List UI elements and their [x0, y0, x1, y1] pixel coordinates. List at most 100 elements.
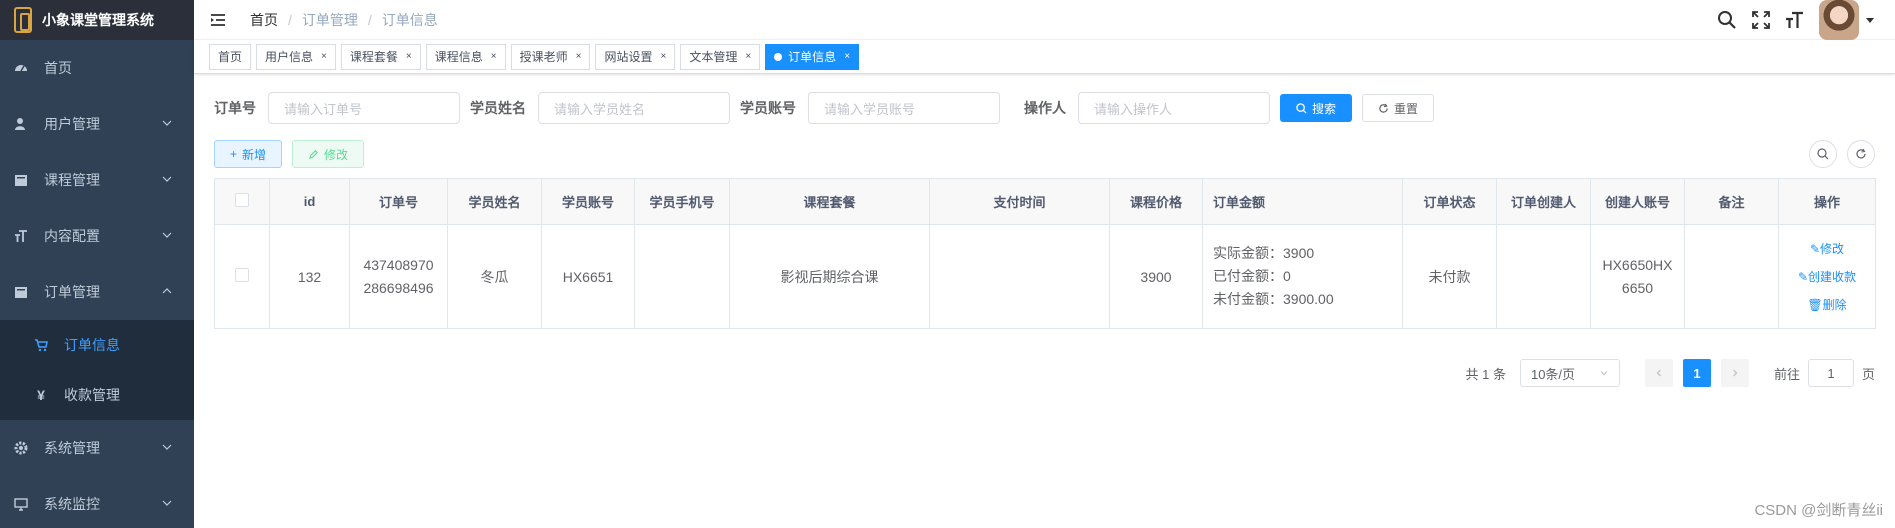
sidebar-item-home[interactable]: 首页	[0, 40, 194, 96]
logo-area[interactable]: 小象课堂管理系统	[0, 0, 194, 40]
student-account-label: 学员账号	[740, 100, 796, 116]
close-icon[interactable]: ×	[406, 45, 412, 69]
close-icon[interactable]: ×	[660, 45, 666, 69]
sidebar-item-label: 用户管理	[44, 116, 100, 132]
table-tools	[1799, 140, 1875, 168]
toggle-search-button[interactable]	[1809, 140, 1837, 168]
sidebar-item-user-management[interactable]: 用户管理	[0, 96, 194, 152]
tag-site-settings[interactable]: 网站设置 ×	[595, 43, 676, 70]
refresh-icon	[1856, 148, 1866, 159]
refresh-table-button[interactable]	[1847, 140, 1875, 168]
search-icon[interactable]	[1717, 10, 1737, 30]
goto-page-input[interactable]: 1	[1807, 359, 1854, 387]
select-all-cell	[214, 178, 270, 225]
active-dot-icon	[774, 52, 783, 61]
cell-creator	[1496, 224, 1591, 329]
page-size-value: 10条/页	[1530, 366, 1576, 382]
sidebar-item-order-management[interactable]: 订单管理	[0, 264, 194, 320]
row-edit-link[interactable]: ✎修改	[1779, 235, 1875, 263]
column-header: id	[269, 178, 350, 225]
font-size-icon[interactable]	[1785, 10, 1805, 30]
order-table: id 订单号 学员姓名 学员账号 学员手机号 课程套餐 支付时间 课程价格 订单…	[214, 178, 1876, 329]
column-header: 学员账号	[541, 178, 635, 225]
reset-button-label: 重置	[1394, 101, 1419, 116]
cell-status: 未付款	[1402, 224, 1497, 329]
chevron-right-icon	[1733, 369, 1738, 377]
search-icon	[1296, 102, 1307, 114]
hamburger-icon[interactable]	[210, 12, 226, 28]
cell-pay-time	[929, 224, 1110, 329]
sidebar-item-payment-management[interactable]: ¥ 收款管理	[0, 370, 194, 420]
tag-label: 课程套餐	[349, 49, 398, 64]
row-edit-label: 修改	[1820, 241, 1845, 256]
close-icon[interactable]: ×	[321, 45, 327, 69]
edit-icon: ✎	[1797, 269, 1809, 284]
tag-course-info[interactable]: 课程信息 ×	[425, 43, 506, 70]
edit-icon	[308, 149, 318, 159]
reset-button[interactable]: 重置	[1362, 94, 1435, 122]
tag-user-info[interactable]: 用户信息 ×	[256, 43, 336, 70]
close-icon[interactable]: ×	[576, 45, 582, 69]
sidebar-item-order-info[interactable]: 订单信息	[0, 320, 194, 370]
column-header: 课程套餐	[729, 178, 930, 225]
cell-actions: ✎修改 ✎创建收款 🗑删除	[1778, 224, 1876, 329]
plus-icon: +	[230, 147, 238, 161]
tag-text-management[interactable]: 文本管理 ×	[680, 43, 761, 70]
chevron-left-icon	[1656, 369, 1661, 377]
column-header: 订单金额	[1202, 178, 1403, 225]
right-menu	[1717, 0, 1895, 40]
search-icon	[1817, 148, 1829, 160]
chevron-up-icon	[162, 288, 172, 294]
gear-icon	[14, 441, 28, 455]
cell-order-amount: 实际金额：3900 已付金额：0 未付金额：3900.00	[1202, 224, 1403, 329]
chevron-down-icon	[162, 120, 172, 126]
tag-course-package[interactable]: 课程套餐 ×	[340, 43, 421, 70]
tag-label: 课程信息	[434, 49, 483, 64]
order-no-label: 订单号	[214, 100, 256, 116]
student-name-input[interactable]: 请输入学员姓名	[538, 92, 730, 124]
sidebar-item-label: 首页	[44, 60, 72, 76]
creator-account-line: HX6650HX	[1602, 256, 1673, 273]
order-no-line: 437408970	[363, 256, 434, 273]
chevron-down-icon	[162, 176, 172, 182]
breadcrumb-separator: /	[367, 11, 372, 28]
search-button[interactable]: 搜索	[1280, 94, 1353, 122]
avatar[interactable]	[1819, 0, 1859, 40]
order-no-input[interactable]: 请输入订单号	[268, 92, 460, 124]
tag-home[interactable]: 首页	[209, 43, 252, 70]
close-icon[interactable]: ×	[745, 45, 751, 69]
prev-page-button[interactable]	[1644, 359, 1673, 387]
yen-icon: ¥	[37, 387, 45, 403]
edit-button[interactable]: 修改	[292, 140, 365, 168]
sidebar-item-content-config[interactable]: 内容配置	[0, 208, 194, 264]
page-number[interactable]: 1	[1682, 359, 1711, 387]
sidebar-item-label: 内容配置	[44, 228, 100, 244]
operator-input[interactable]: 请输入操作人	[1078, 92, 1270, 124]
add-button[interactable]: + 新增	[214, 140, 283, 168]
goto-prefix: 前往	[1773, 366, 1800, 382]
row-checkbox[interactable]	[235, 268, 249, 282]
sidebar-item-system-management[interactable]: 系统管理	[0, 420, 194, 476]
refresh-icon	[1379, 103, 1388, 113]
cell-student-name: 冬瓜	[447, 224, 542, 329]
select-all-checkbox[interactable]	[235, 193, 249, 207]
goto-suffix: 页	[1861, 366, 1875, 382]
tag-order-info[interactable]: 订单信息 ×	[765, 43, 860, 70]
sidebar-item-course-management[interactable]: 课程管理	[0, 152, 194, 208]
sidebar-item-system-monitor[interactable]: 系统监控	[0, 476, 194, 528]
caret-down-icon[interactable]	[1865, 15, 1875, 25]
cell-price: 3900	[1109, 224, 1203, 329]
next-page-button[interactable]	[1720, 359, 1749, 387]
tag-teacher[interactable]: 授课老师 ×	[510, 43, 591, 70]
pagination: 共 1 条 10条/页 1 前往 1 页	[214, 359, 1875, 387]
breadcrumb-home[interactable]: 首页	[250, 10, 278, 30]
row-delete-link[interactable]: 🗑删除	[1779, 291, 1875, 319]
student-account-input[interactable]: 请输入学员账号	[808, 92, 1000, 124]
fullscreen-icon[interactable]	[1751, 10, 1771, 30]
close-icon[interactable]: ×	[491, 45, 497, 69]
close-icon[interactable]: ×	[844, 45, 850, 69]
row-create-receipt-link[interactable]: ✎创建收款	[1779, 263, 1875, 291]
breadcrumb-separator: /	[288, 11, 292, 28]
page-size-select[interactable]: 10条/页	[1519, 359, 1620, 387]
row-select-cell	[214, 224, 270, 329]
